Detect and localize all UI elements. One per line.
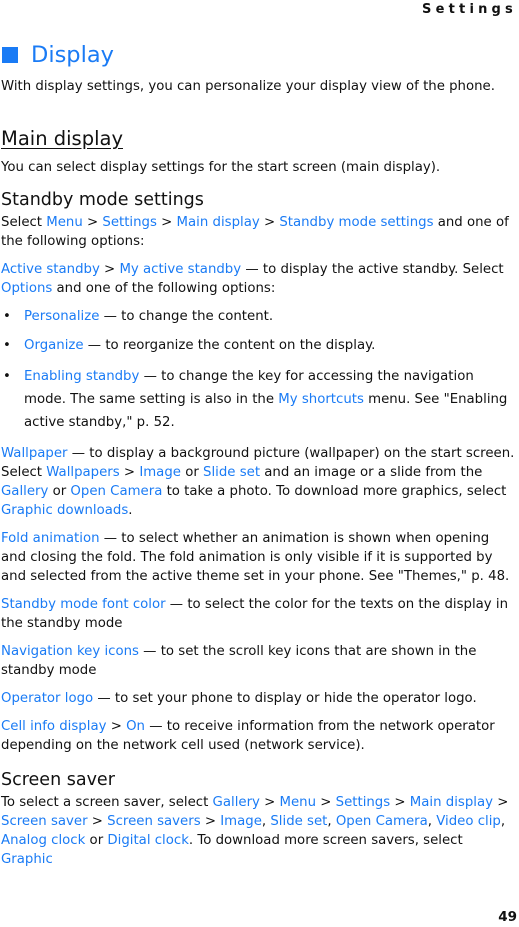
text: > — [200, 814, 221, 829]
list-item: • Personalize — to change the content. — [1, 307, 518, 326]
text: — to set your phone to display or hide t… — [93, 691, 477, 706]
document-body: Display With display settings, you can p… — [1, 40, 518, 878]
link-analog-clock[interactable]: Analog clock — [1, 833, 85, 848]
active-standby-paragraph: Active standby > My active standby — to … — [1, 260, 518, 298]
link-standby-mode-settings[interactable]: Standby mode settings — [279, 215, 433, 230]
text: — to reorganize the content on the displ… — [83, 338, 376, 353]
text: > — [390, 795, 410, 810]
text: to take a photo. To download more graphi… — [162, 484, 507, 499]
text: > — [99, 262, 120, 277]
screen-saver-paragraph: To select a screen saver, select Gallery… — [1, 793, 518, 869]
link-main-display[interactable]: Main display — [177, 215, 260, 230]
link-graphic-downloads[interactable]: Graphic downloads — [1, 503, 128, 518]
text: and one of the following options: — [52, 281, 276, 296]
link-wallpaper[interactable]: Wallpaper — [1, 446, 68, 461]
text: To select a screen saver, select — [1, 795, 213, 810]
section-title: Display — [1, 40, 518, 70]
bullet-icon: • — [3, 338, 11, 353]
screen-saver-heading: Screen saver — [1, 770, 115, 790]
text: Select — [1, 215, 47, 230]
text: — to display the active standby. Select — [241, 262, 504, 277]
link-settings[interactable]: Settings — [336, 795, 391, 810]
navigation-key-icons-paragraph: Navigation key icons — to set the scroll… — [1, 642, 518, 680]
list-item: • Enabling standby — to change the key fo… — [1, 365, 518, 434]
text: . — [128, 503, 133, 518]
link-cell-info-display[interactable]: Cell info display — [1, 719, 106, 734]
options-list: • Personalize — to change the content. • O… — [1, 307, 518, 434]
text: > — [316, 795, 336, 810]
link-open-camera[interactable]: Open Camera — [70, 484, 162, 499]
link-gallery[interactable]: Gallery — [1, 484, 48, 499]
square-bullet-icon — [2, 47, 18, 63]
standby-heading: Standby mode settings — [1, 190, 204, 210]
link-screen-saver[interactable]: Screen saver — [1, 814, 88, 829]
bullet-icon: • — [3, 309, 11, 324]
link-enabling-standby[interactable]: Enabling standby — [24, 369, 139, 384]
link-video-clip[interactable]: Video clip — [436, 814, 501, 829]
link-active-standby[interactable]: Active standby — [1, 262, 100, 277]
link-options[interactable]: Options — [1, 281, 52, 296]
link-graphic[interactable]: Graphic — [1, 852, 53, 867]
operator-logo-paragraph: Operator logo — to set your phone to dis… — [1, 689, 518, 708]
page-number: 49 — [498, 909, 517, 925]
link-my-shortcuts[interactable]: My shortcuts — [278, 392, 364, 407]
link-operator-logo[interactable]: Operator logo — [1, 691, 93, 706]
text: , — [500, 814, 506, 829]
text: or — [48, 484, 71, 499]
link-gallery[interactable]: Gallery — [213, 795, 260, 810]
text: > — [259, 215, 280, 230]
text: , — [427, 814, 437, 829]
link-screen-savers[interactable]: Screen savers — [107, 814, 200, 829]
link-navigation-key-icons[interactable]: Navigation key icons — [1, 644, 139, 659]
link-menu[interactable]: Menu — [280, 795, 317, 810]
link-my-active-standby[interactable]: My active standby — [119, 262, 241, 277]
text: or — [85, 833, 108, 848]
text: — to change the content. — [99, 309, 274, 324]
link-main-display[interactable]: Main display — [410, 795, 493, 810]
link-wallpapers[interactable]: Wallpapers — [46, 465, 119, 480]
main-display-intro: You can select display settings for the … — [1, 160, 441, 175]
fold-animation-paragraph: Fold animation — to select whether an an… — [1, 529, 518, 586]
link-slide-set[interactable]: Slide set — [203, 465, 260, 480]
link-open-camera[interactable]: Open Camera — [336, 814, 428, 829]
text: and an image or a slide from the — [260, 465, 483, 480]
text: . To download more screen savers, select — [188, 833, 463, 848]
text: or — [180, 465, 204, 480]
link-image[interactable]: Image — [139, 465, 181, 480]
link-image[interactable]: Image — [220, 814, 262, 829]
link-on[interactable]: On — [126, 719, 145, 734]
font-color-paragraph: Standby mode font color — to select the … — [1, 595, 518, 633]
link-settings[interactable]: Settings — [102, 215, 157, 230]
text: > — [119, 465, 140, 480]
link-digital-clock[interactable]: Digital clock — [107, 833, 189, 848]
list-item: • Organize — to reorganize the content on… — [1, 336, 518, 355]
link-menu[interactable]: Menu — [46, 215, 83, 230]
text: , — [327, 814, 336, 829]
text: > — [259, 795, 280, 810]
text: > — [87, 814, 108, 829]
link-personalize[interactable]: Personalize — [24, 309, 99, 324]
text: > — [156, 215, 177, 230]
running-header: Settings — [422, 2, 517, 17]
text: > — [106, 719, 127, 734]
cell-info-paragraph: Cell info display > On — to receive info… — [1, 717, 518, 755]
section-title-text: Display — [31, 42, 114, 68]
intro-paragraph: With display settings, you can personali… — [1, 79, 495, 94]
link-fold-animation[interactable]: Fold animation — [1, 531, 100, 546]
link-standby-mode-font-color[interactable]: Standby mode font color — [1, 597, 166, 612]
bullet-icon: • — [3, 369, 11, 384]
text: > — [82, 215, 103, 230]
link-slide-set[interactable]: Slide set — [270, 814, 327, 829]
main-display-heading: Main display — [1, 127, 123, 150]
standby-path-paragraph: Select Menu > Settings > Main display > … — [1, 213, 518, 251]
text: > — [492, 795, 509, 810]
link-organize[interactable]: Organize — [24, 338, 84, 353]
wallpaper-paragraph: Wallpaper — to display a background pict… — [1, 444, 518, 520]
